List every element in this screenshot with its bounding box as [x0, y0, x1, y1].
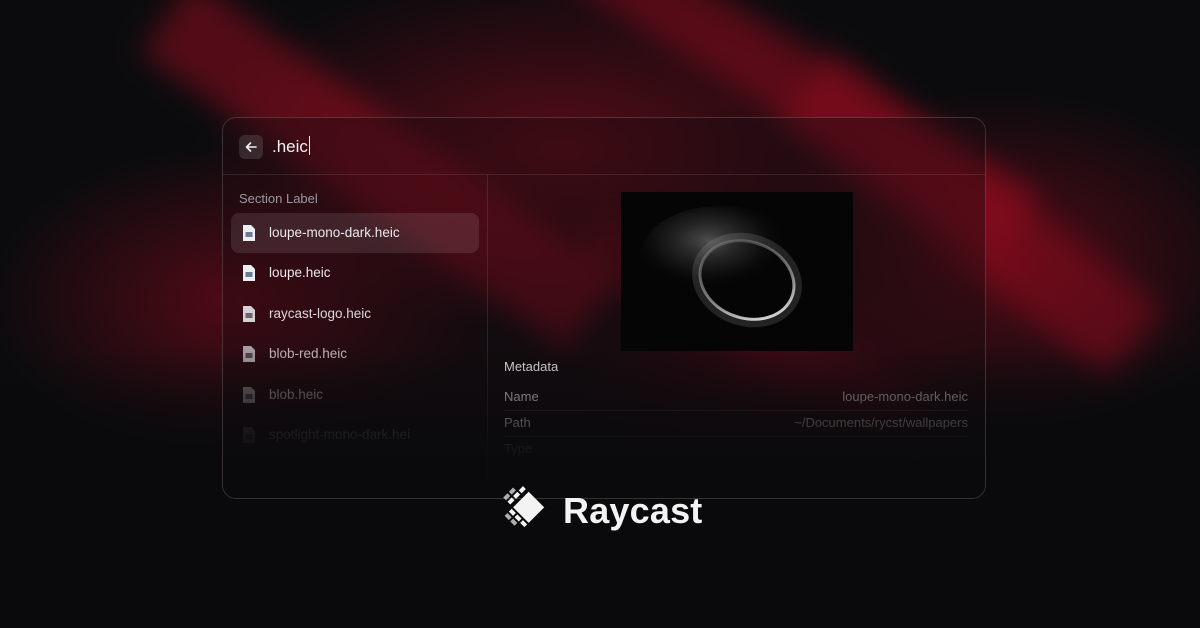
list-item-label: spotlight-mono-dark.hei	[269, 427, 411, 442]
brand-lockup: Raycast	[496, 484, 716, 540]
list-item[interactable]: loupe-mono-dark.heic	[231, 213, 479, 253]
image-file-icon	[243, 346, 255, 362]
list-item[interactable]: blob.heic	[231, 375, 479, 415]
text-caret	[308, 136, 310, 155]
section-label: Section Label	[239, 191, 318, 206]
list-item[interactable]: spotlight-mono-dark.hei	[231, 415, 479, 455]
image-file-icon	[243, 306, 255, 322]
arrow-left-icon	[245, 142, 257, 152]
metadata-key: Type	[504, 441, 533, 456]
raycast-logo-icon	[503, 486, 545, 528]
metadata-key: Name	[504, 389, 539, 404]
metadata-row: Path ~/Documents/rycst/wallpapers	[504, 411, 968, 437]
list-item[interactable]: blob-red.heic	[231, 334, 479, 374]
list-item-label: blob-red.heic	[269, 346, 348, 361]
metadata-row: Type	[504, 437, 968, 462]
search-query: .heic	[272, 137, 308, 156]
list-item-label: blob.heic	[269, 387, 324, 402]
image-file-icon	[243, 427, 255, 443]
results-list: Section Label loupe-mono-dark.heic loupe…	[223, 175, 488, 498]
metadata-title: Metadata	[504, 359, 559, 374]
list-item-label: raycast-logo.heic	[269, 306, 372, 321]
list-item-label: loupe-mono-dark.heic	[269, 225, 400, 240]
search-input[interactable]: .heic	[272, 134, 912, 160]
metadata-value: loupe-mono-dark.heic	[842, 389, 968, 404]
metadata-key: Path	[504, 415, 531, 430]
image-preview	[621, 192, 853, 351]
back-button[interactable]	[239, 135, 263, 159]
launcher-window: .heic Section Label loupe-mono-dark.heic…	[222, 117, 986, 499]
metadata-row: Name loupe-mono-dark.heic	[504, 385, 968, 411]
list-item[interactable]: raycast-logo.heic	[231, 294, 479, 334]
social-banner: .heic Section Label loupe-mono-dark.heic…	[0, 0, 1200, 628]
list-item-label: loupe.heic	[269, 265, 331, 280]
preview-artwork	[621, 192, 853, 351]
image-file-icon	[243, 225, 255, 241]
list-item[interactable]: loupe.heic	[231, 253, 479, 293]
image-file-icon	[243, 387, 255, 403]
detail-pane: Metadata Name loupe-mono-dark.heic Path …	[488, 175, 985, 498]
brand-name: Raycast	[563, 490, 703, 531]
image-file-icon	[243, 265, 255, 281]
metadata-value: ~/Documents/rycst/wallpapers	[794, 415, 968, 430]
search-bar: .heic	[223, 118, 985, 175]
